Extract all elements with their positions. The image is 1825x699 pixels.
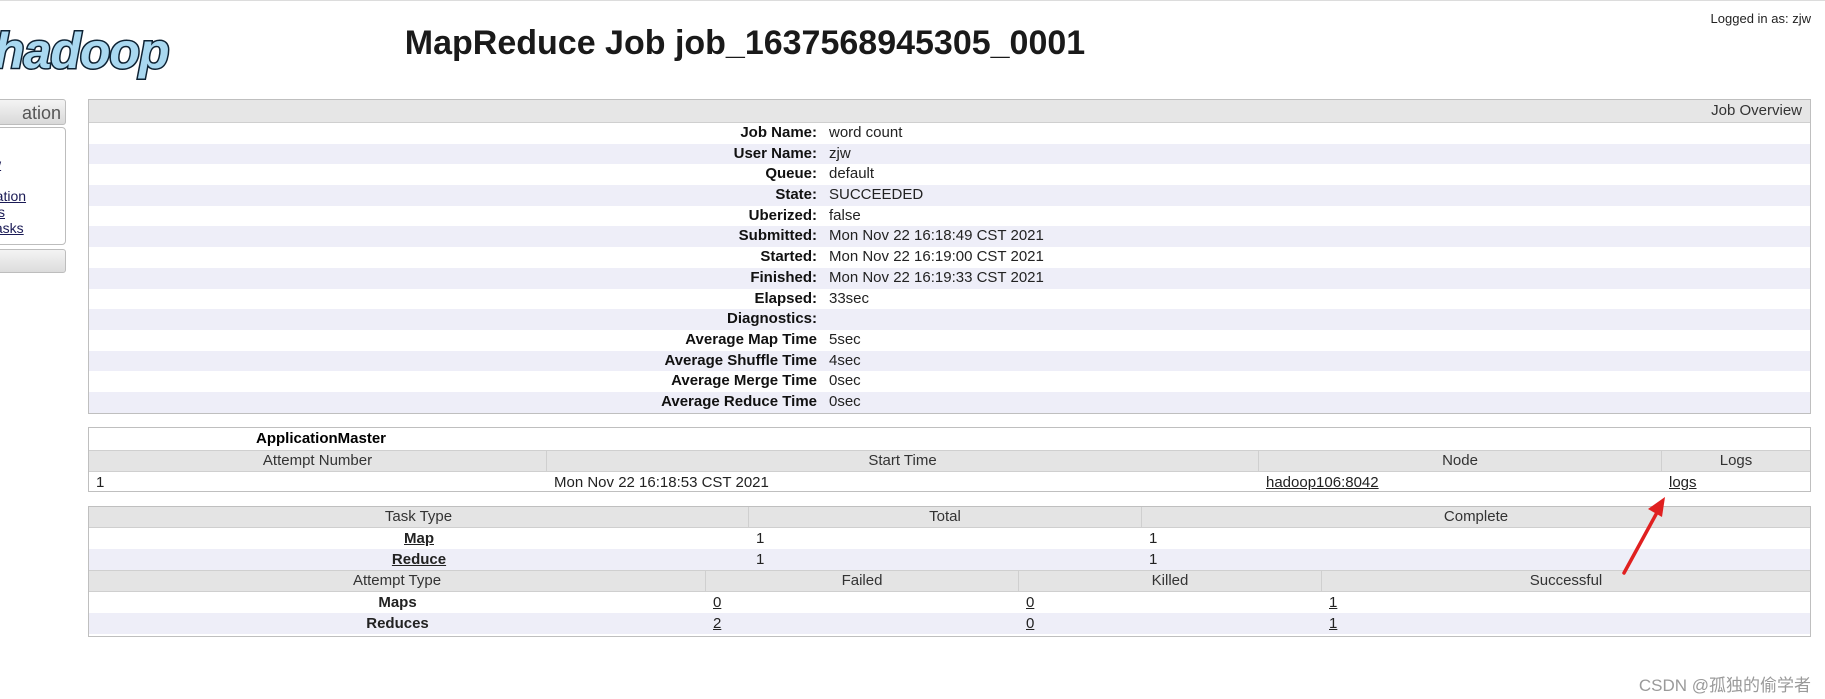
tasks-header-row: Task Type Total Complete [89,507,1810,528]
task-map-total: 1 [756,530,765,547]
annotation-arrow-icon [1622,497,1665,575]
overview-value: Mon Nov 22 16:18:49 CST 2021 [829,227,1044,245]
watermark: CSDN @孤独的偷学者 [1638,676,1811,695]
overview-row: Diagnostics: [89,309,1810,330]
overview-value: word count [829,124,903,141]
task-type-reduce-link[interactable]: Reduce [392,551,446,568]
col-task-type: Task Type [89,507,749,527]
reduces-killed-link[interactable]: 0 [1026,615,1034,632]
overview-row: Finished: Mon Nov 22 16:19:33 CST 2021 [89,267,1810,289]
overview-row: Started: Mon Nov 22 16:19:00 CST 2021 [89,247,1810,268]
overview-row: Uberized: false [89,206,1810,227]
overview-value: 0sec [829,392,861,410]
col-start-time: Start Time [547,451,1259,471]
overview-label: Average Reduce Time [661,392,817,410]
attempt-row-reduces: Reduces 2 0 1 [89,613,1810,634]
task-reduce-total: 1 [756,551,765,568]
job-overview-table: Job Overview Job Name: word count User Nam… [88,99,1811,414]
col-attempt-type: Attempt Type [89,571,706,591]
overview-row: Submitted: Mon Nov 22 16:18:49 CST 2021 [89,226,1810,248]
col-killed: Killed [1019,571,1322,591]
overview-value: default [829,165,875,183]
application-master-title: ApplicationMaster [256,430,387,447]
nav-section-application[interactable]: ation [0,99,66,125]
overview-value: SUCCEEDED [829,186,924,204]
logged-in-user: Logged in as: zjw [1710,11,1811,26]
page-title: MapReduce Job job_1637568945305_0001 [404,24,1086,62]
job-overview-header: Job Overview [89,100,1810,123]
col-node: Node [1259,451,1662,471]
overview-value: 4sec [829,351,861,369]
overview-label: Average Shuffle Time [664,351,817,369]
task-summary-table: Task Type Total Complete Map 1 1 Reduce … [88,506,1811,637]
overview-row: User Name: zjw [89,143,1810,165]
am-header-row: Attempt Number Start Time Node Logs [89,450,1810,472]
maps-killed-link[interactable]: 0 [1026,594,1034,611]
overview-label: Finished: [750,268,817,286]
nav-link-reduce-tasks[interactable]: tasks [0,220,24,236]
overview-row: Average Map Time 5sec [89,330,1810,351]
task-type-map-link[interactable]: Map [404,530,434,547]
nav-link-map-tasks[interactable]: ks [0,204,5,220]
nav-job-links: w s ration ks tasks [0,127,66,245]
overview-label: Started: [760,248,817,266]
top-divider [0,0,1825,1]
col-complete: Complete [1443,508,1509,525]
nav-link-overview[interactable]: w [0,156,1,172]
overview-row: Job Name: word count [89,123,1810,144]
overview-value: false [829,206,861,224]
overview-label: Queue: [765,165,817,183]
overview-value: 5sec [829,330,861,348]
overview-label: Average Map Time [685,330,817,348]
overview-label: User Name: [733,144,817,162]
overview-value: 0sec [829,372,861,390]
attempt-type-maps: Maps [378,594,417,611]
am-node-link[interactable]: hadoop106:8042 [1266,474,1379,491]
task-reduce-complete: 1 [1149,551,1158,568]
overview-row: State: SUCCEEDED [89,185,1810,206]
overview-row: Average Reduce Time 0sec [89,391,1810,413]
reduces-successful-link[interactable]: 1 [1329,615,1337,632]
am-logs-link[interactable]: logs [1669,474,1697,491]
overview-row: Average Shuffle Time 4sec [89,350,1810,372]
overview-value [817,309,829,330]
reduces-failed-link[interactable]: 2 [713,615,721,632]
col-total: Total [749,507,1142,527]
nav-section-tools[interactable] [0,249,66,273]
nav-link-configuration[interactable]: ration [0,188,26,204]
col-logs: Logs [1719,452,1753,469]
overview-value: 33sec [829,289,870,307]
overview-value: Mon Nov 22 16:19:00 CST 2021 [829,248,1044,266]
overview-row: Elapsed: 33sec [89,289,1810,310]
attempt-type-reduces: Reduces [366,615,429,632]
overview-row: Average Merge Time 0sec [89,371,1810,392]
col-successful: Successful [1529,572,1603,589]
col-attempt-number: Attempt Number [89,451,547,471]
maps-successful-link[interactable]: 1 [1329,594,1337,611]
attempts-header-row: Attempt Type Failed Killed Successful [89,570,1810,592]
application-master-table: ApplicationMaster Attempt Number Start T… [88,427,1811,492]
am-attempt-number: 1 [96,474,105,491]
task-row-reduce: Reduce 1 1 [89,549,1810,570]
overview-label: Average Merge Time [671,372,817,390]
overview-label: Uberized: [748,206,817,224]
maps-failed-link[interactable]: 0 [713,594,721,611]
attempt-row-maps: Maps 0 0 1 [89,592,1810,613]
overview-value: Mon Nov 22 16:19:33 CST 2021 [829,268,1044,286]
overview-label: Elapsed: [754,289,817,307]
am-start-time: Mon Nov 22 16:18:53 CST 2021 [554,474,769,491]
overview-label: Job Name: [740,124,817,141]
am-row: 1 Mon Nov 22 16:18:53 CST 2021 hadoop106… [89,472,1810,493]
overview-row: Queue: default [89,164,1810,185]
overview-label: Submitted: [738,227,817,245]
overview-label: State: [775,186,817,204]
task-row-map: Map 1 1 [89,528,1810,549]
job-overview-rows: Job Name: word count User Name: zjw Queue: de… [89,123,1810,413]
col-failed: Failed [706,571,1019,591]
overview-label: Diagnostics: [726,310,817,328]
task-map-complete: 1 [1149,530,1158,547]
overview-value: zjw [829,144,851,162]
